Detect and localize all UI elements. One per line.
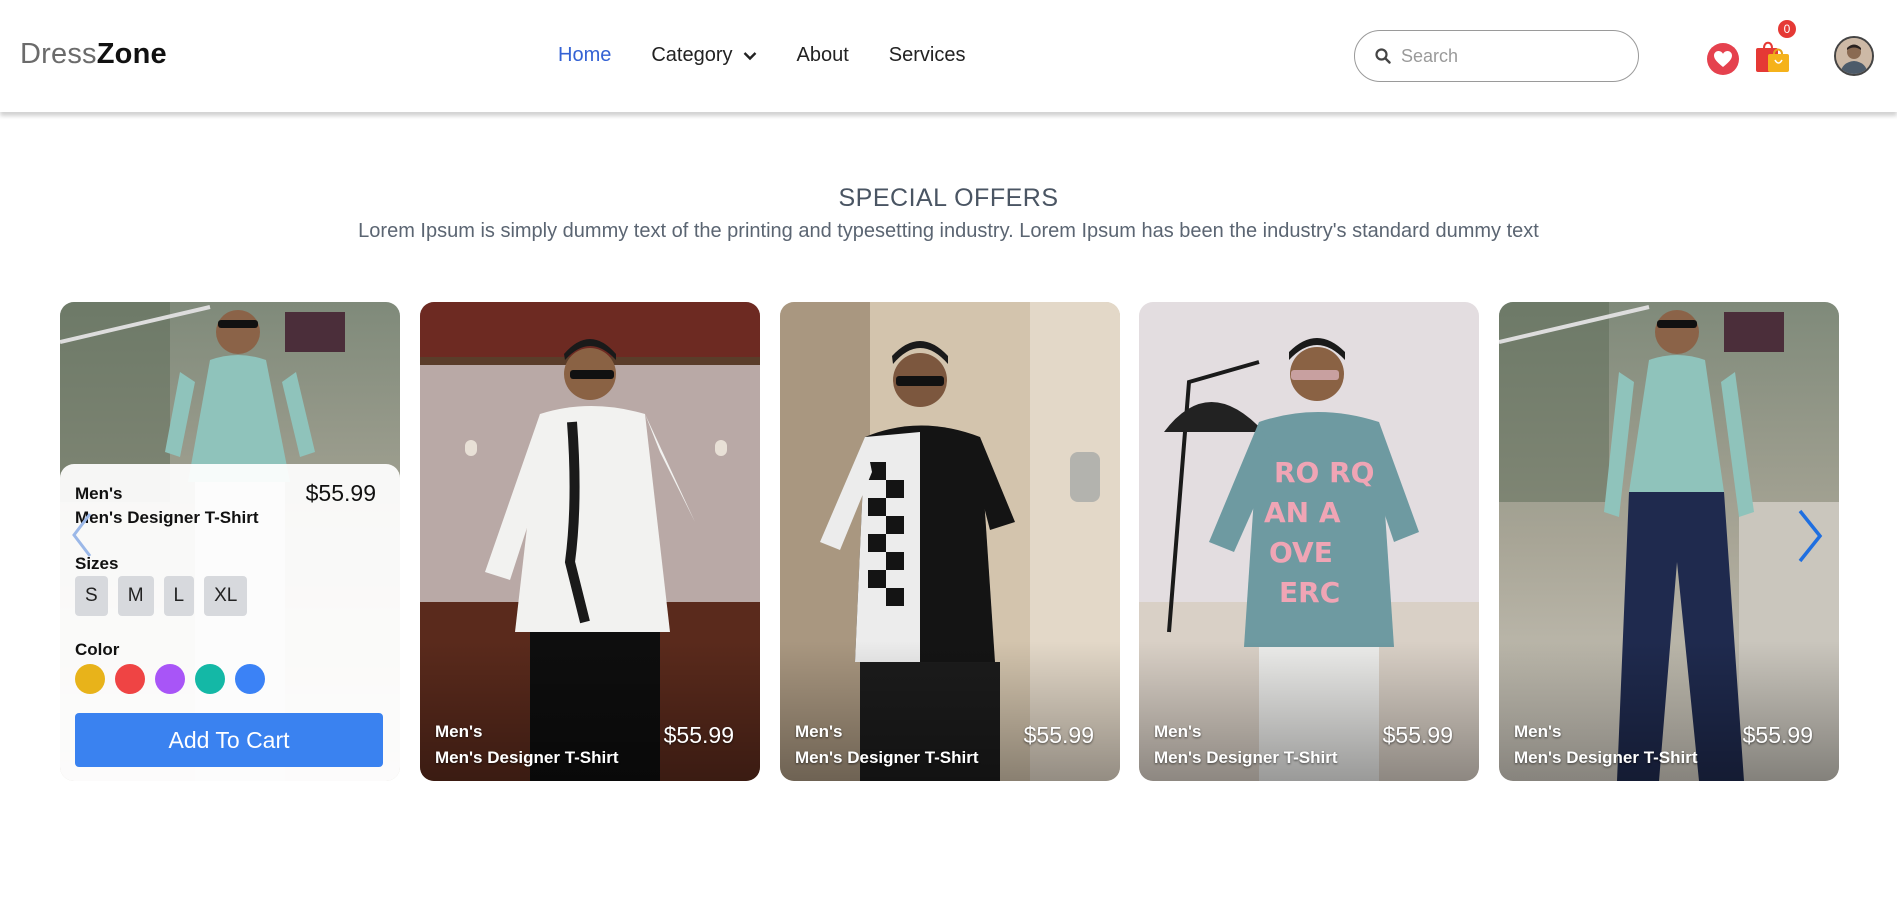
product-name: Men's Designer T-Shirt [435, 748, 619, 767]
color-label: Color [75, 640, 120, 659]
color-swatch-red[interactable] [115, 664, 145, 694]
user-photo-icon [1836, 38, 1872, 74]
nav-services-label: Services [888, 44, 966, 66]
product-category: Men's [75, 484, 123, 503]
product-price: $55.99 [1742, 722, 1813, 748]
product-category: Men's [1154, 722, 1202, 741]
svg-text:AN A: AN A [1264, 496, 1341, 529]
nav-category[interactable]: Category [651, 44, 756, 67]
svg-text:RO RQ: RO RQ [1274, 456, 1374, 489]
carousel-prev-icon[interactable] [70, 510, 94, 560]
product-card[interactable]: RO RQ AN A OVE ERC Men's Men's Designer … [1139, 302, 1479, 781]
size-option-m[interactable]: M [117, 576, 154, 616]
product-name: Men's Designer T-Shirt [795, 748, 979, 767]
nav-about-label: About [796, 44, 849, 66]
product-category: Men's [1514, 722, 1562, 741]
brand-name-part1: Dress [20, 38, 97, 70]
product-name: Men's Designer T-Shirt [1154, 748, 1338, 767]
color-swatch-yellow[interactable] [75, 664, 105, 694]
wishlist-button[interactable] [1707, 43, 1739, 75]
color-swatch-teal[interactable] [195, 664, 225, 694]
section-subtitle: Lorem Ipsum is simply dummy text of the … [358, 220, 1539, 242]
main-nav: Home Category About Services [558, 44, 965, 67]
product-price: $55.99 [1023, 722, 1094, 748]
product-price: $55.99 [1382, 722, 1453, 748]
color-swatch-blue[interactable] [235, 664, 265, 694]
product-category: Men's [795, 722, 843, 741]
shopping-bag-icon [1756, 41, 1789, 72]
add-to-cart-button[interactable]: Add To Cart [75, 713, 383, 767]
size-options: S M L XL [75, 576, 248, 616]
top-navbar: DressZone Home Category About Services 0 [0, 0, 1897, 112]
product-price: $55.99 [663, 722, 734, 748]
product-card[interactable]: Men's Men's Designer T-Shirt $55.99 [780, 302, 1120, 781]
nav-category-label: Category [651, 44, 733, 66]
cart-count-badge: 0 [1778, 20, 1796, 38]
carousel-next-icon[interactable] [1795, 506, 1825, 566]
product-quick-view: Men's Men's Designer T-Shirt $55.99 Size… [60, 464, 400, 781]
size-option-s[interactable]: S [75, 576, 108, 616]
product-category: Men's [435, 722, 483, 741]
search-input[interactable] [1401, 45, 1621, 67]
svg-text:OVE: OVE [1269, 536, 1333, 569]
nav-services[interactable]: Services [889, 44, 966, 67]
size-option-xl[interactable]: XL [204, 576, 248, 616]
chevron-down-icon [743, 51, 756, 60]
heart-icon [1714, 51, 1732, 67]
color-swatch-purple[interactable] [155, 664, 185, 694]
cart-button[interactable] [1753, 36, 1793, 76]
product-name: Men's Designer T-Shirt [75, 508, 259, 527]
nav-home[interactable]: Home [558, 44, 611, 67]
search-icon [1375, 48, 1391, 64]
product-card[interactable]: Men's Men's Designer T-Shirt $55.99 Size… [60, 302, 400, 781]
brand-logo[interactable]: DressZone [20, 38, 167, 71]
user-avatar[interactable] [1834, 36, 1874, 76]
nav-about[interactable]: About [797, 44, 849, 67]
search-box [1354, 30, 1639, 82]
size-option-l[interactable]: L [163, 576, 195, 616]
section-title: SPECIAL OFFERS [838, 184, 1059, 212]
product-card[interactable]: Men's Men's Designer T-Shirt $55.99 [420, 302, 760, 781]
brand-name-part2: Zone [96, 38, 167, 70]
product-price: $55.99 [305, 480, 376, 506]
color-options [75, 664, 265, 694]
svg-text:ERC: ERC [1279, 576, 1340, 609]
product-name: Men's Designer T-Shirt [1514, 748, 1698, 767]
product-card[interactable]: Men's Men's Designer T-Shirt $55.99 [1499, 302, 1839, 781]
nav-home-label: Home [558, 44, 612, 66]
